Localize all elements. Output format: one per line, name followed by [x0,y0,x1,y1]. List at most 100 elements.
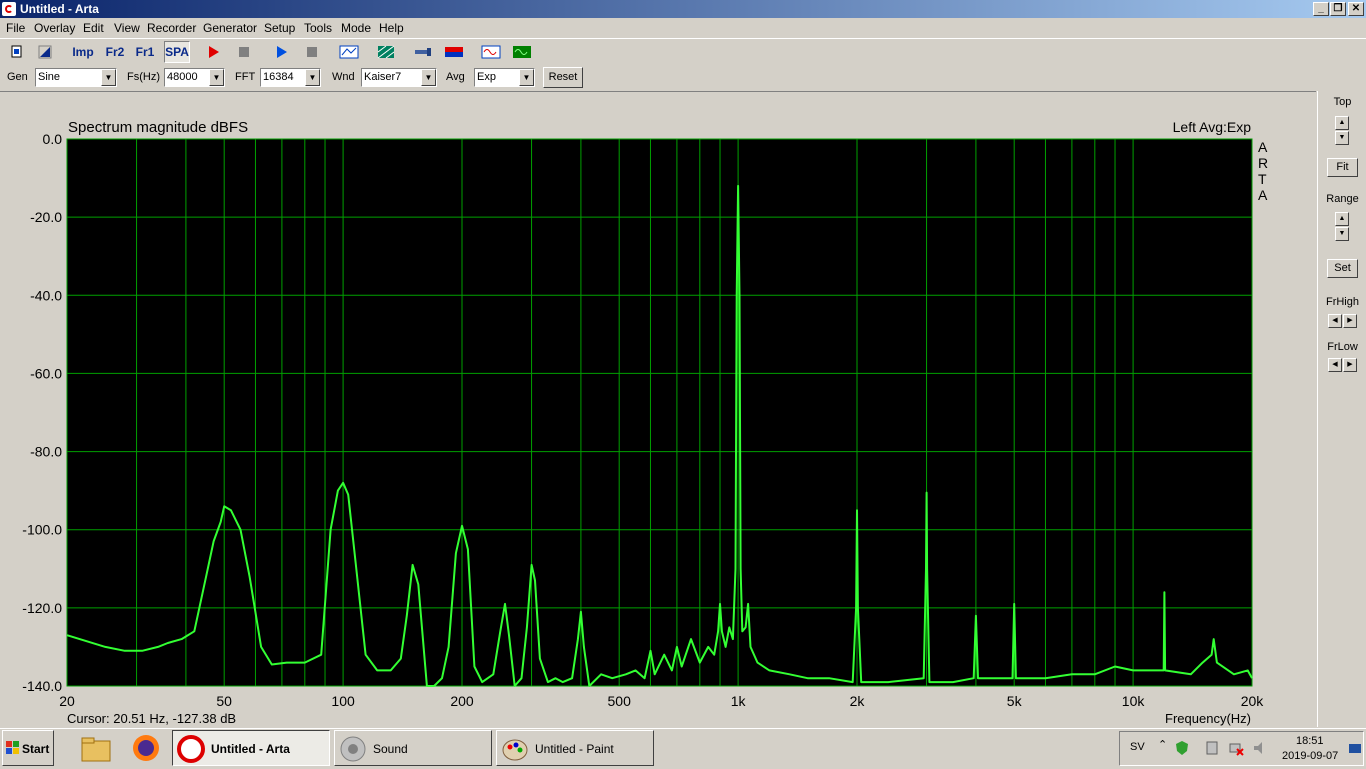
x-tick-label: 500 [608,693,632,709]
avg-select[interactable]: Exp ▼ [474,68,535,87]
frlow-left-button[interactable]: ◀ [1328,358,1342,372]
stop-icon[interactable] [301,41,323,63]
top-label: Top [1333,96,1352,108]
chevron-down-icon[interactable]: ▼ [305,69,320,86]
minimize-button[interactable]: _ [1313,2,1329,16]
channel-info: Left Avg:Exp [1173,119,1252,135]
firefox-icon[interactable] [130,733,162,763]
menu-overlay[interactable]: Overlay [34,21,75,35]
x-tick-label: 2k [850,693,866,709]
title-bar: Untitled - Arta _ ❐ ✕ [0,0,1366,18]
menu-bar: File Overlay Edit View Recorder Generato… [0,19,1366,37]
spectrum-chart[interactable]: Spectrum magnitude dBFS Left Avg:Exp 0.0… [0,92,1316,728]
y-tick-label: -120.0 [22,600,62,616]
x-tick-label: 20 [59,693,75,709]
start-button[interactable]: Start [2,730,54,766]
window-title: Untitled - Arta [20,2,99,16]
fr2-mode-button[interactable]: Fr2 [102,41,128,63]
show-hidden-icons-icon[interactable]: ⌃ [1158,738,1167,751]
arta-app-icon[interactable] [2,2,16,16]
x-axis-title: Frequency(Hz) [1165,711,1251,726]
play-icon[interactable] [270,41,292,63]
frlow-right-button[interactable]: ▶ [1343,358,1357,372]
set-button[interactable]: Set [1327,259,1358,278]
range-up-button[interactable]: ▲ [1335,212,1349,226]
y-axis-labels: 0.0 -20.0 -40.0 -60.0 -80.0 -100.0 -120.0 -140.… [22,131,62,694]
menu-mode[interactable]: Mode [341,21,371,35]
device-icon[interactable] [1204,740,1220,756]
show-desktop-icon[interactable] [1348,742,1362,756]
range-label: Range [1326,193,1359,205]
language-indicator[interactable]: SV [1130,741,1145,753]
chart-title: Spectrum magnitude dBFS [68,119,248,136]
menu-help[interactable]: Help [379,21,404,35]
abc-icon[interactable] [338,41,360,63]
stop-icon[interactable] [233,41,255,63]
task-arta[interactable]: Untitled - Arta [172,730,330,766]
task-sound[interactable]: Sound [334,730,492,766]
record-icon[interactable] [202,41,224,63]
probe-icon[interactable] [412,41,434,63]
frhigh-right-button[interactable]: ▶ [1343,314,1357,328]
chevron-down-icon[interactable]: ▼ [209,69,224,86]
y-tick-label: -140.0 [22,678,62,694]
svg-text:T: T [1258,171,1267,187]
top-down-button[interactable]: ▼ [1335,131,1349,145]
menu-view[interactable]: View [114,21,140,35]
toolbar: Imp Fr2 Fr1 SPA [0,38,1366,65]
menu-setup[interactable]: Setup [264,21,295,35]
security-shield-icon[interactable] [1174,740,1190,756]
pattern-icon[interactable] [375,41,397,63]
gen-select[interactable]: Sine ▼ [35,68,117,87]
menu-generator[interactable]: Generator [203,21,257,35]
window-select[interactable]: Kaiser7 ▼ [361,68,437,87]
spa-mode-button[interactable]: SPA [164,41,190,63]
paint-icon [502,739,528,761]
top-up-button[interactable]: ▲ [1335,116,1349,130]
frlow-label: FrLow [1327,341,1358,353]
close-button[interactable]: ✕ [1348,2,1364,16]
parameter-bar: Gen Sine ▼ Fs(Hz) 48000 ▼ FFT 16384 ▼ Wnd K… [0,66,1366,90]
sine-generator-icon[interactable] [480,41,502,63]
arta-watermark: A R T A [1258,139,1268,203]
fft-select[interactable]: 16384 ▼ [260,68,321,87]
graph-area: Spectrum magnitude dBFS Left Avg:Exp 0.0… [0,91,1316,728]
frhigh-left-button[interactable]: ◀ [1328,314,1342,328]
svg-text:A: A [1258,139,1268,155]
reset-button[interactable]: Reset [543,67,583,88]
speaker-icon [340,736,366,762]
range-down-button[interactable]: ▼ [1335,227,1349,241]
chevron-down-icon[interactable]: ▼ [519,69,534,86]
fs-select[interactable]: 48000 ▼ [164,68,225,87]
fit-button[interactable]: Fit [1327,158,1358,177]
x-tick-label: 5k [1007,693,1023,709]
clock-date[interactable]: 2019-09-07 [1282,750,1338,762]
menu-tools[interactable]: Tools [304,21,332,35]
x-axis-labels: 20 50 100 200 500 1k 2k 5k 10k 20k [59,693,1264,709]
open-icon[interactable] [34,41,56,63]
imp-mode-button[interactable]: Imp [70,41,96,63]
fr1-mode-button[interactable]: Fr1 [132,41,158,63]
x-tick-label: 1k [731,693,747,709]
x-tick-label: 20k [1241,693,1265,709]
avg-label: Avg [446,71,465,83]
gen-label: Gen [7,71,28,83]
chevron-down-icon[interactable]: ▼ [101,69,116,86]
menu-edit[interactable]: Edit [83,21,104,35]
clock-time[interactable]: 18:51 [1296,735,1324,747]
network-disconnected-icon[interactable] [1228,740,1244,756]
menu-file[interactable]: File [6,21,25,35]
color-bars-icon[interactable] [443,41,465,63]
task-paint[interactable]: Untitled - Paint [496,730,654,766]
file-explorer-icon[interactable] [80,733,112,763]
fs-label: Fs(Hz) [127,71,160,83]
new-document-icon[interactable] [6,41,28,63]
maximize-button[interactable]: ❐ [1330,2,1346,16]
chevron-down-icon[interactable]: ▼ [421,69,436,86]
oscilloscope-icon[interactable] [511,41,533,63]
volume-icon[interactable] [1252,740,1268,756]
x-tick-label: 100 [331,693,355,709]
svg-text:R: R [1258,155,1268,171]
plot-background [66,138,1253,687]
menu-recorder[interactable]: Recorder [147,21,196,35]
